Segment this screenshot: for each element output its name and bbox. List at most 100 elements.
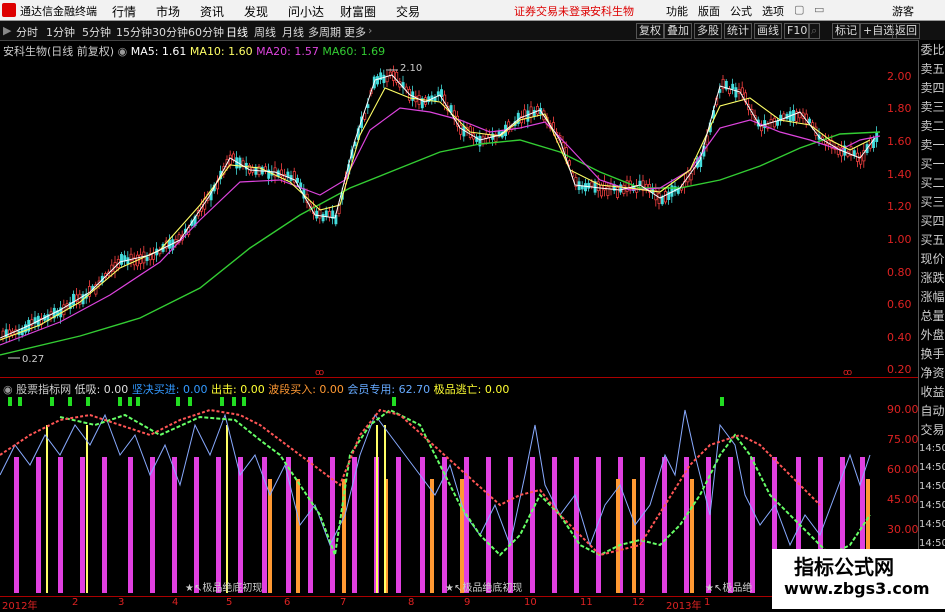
- overlay-button[interactable]: 叠加: [664, 23, 692, 39]
- side-panel-item: 总量: [920, 309, 945, 323]
- candle-body: [670, 185, 674, 197]
- candle-body: [798, 112, 802, 119]
- side-panel-item[interactable]: 交易: [919, 422, 945, 438]
- period-60min[interactable]: 60分钟: [188, 24, 224, 40]
- period-monthly[interactable]: 月线: [282, 24, 304, 40]
- indicator-bar: [80, 457, 85, 593]
- date-label: 12: [632, 597, 645, 608]
- play-icon[interactable]: ▶: [3, 24, 11, 37]
- price-tick: 1.60: [887, 135, 912, 148]
- period-weekly[interactable]: 周线: [254, 24, 276, 40]
- indicator-tick: 60.00: [887, 463, 919, 476]
- f10-button[interactable]: F10: [784, 23, 811, 39]
- date-label: 2: [72, 597, 79, 608]
- ma10-line: [0, 87, 871, 341]
- menu-trade[interactable]: 交易: [396, 3, 420, 20]
- minimize-icon[interactable]: ▢: [794, 3, 804, 16]
- buy-signal-marker: [242, 397, 246, 406]
- app-name: 通达信金融终端: [20, 5, 97, 18]
- candle-body: [72, 293, 75, 306]
- buy-signal-markers: [8, 397, 724, 406]
- side-panel-item[interactable]: 自动: [919, 403, 945, 419]
- indicator-bar: [552, 457, 557, 593]
- buy-signal-marker: [176, 397, 180, 406]
- period-multi[interactable]: 多周期: [308, 24, 341, 40]
- indicator-bar-orange: [632, 479, 636, 593]
- candle-body: [286, 171, 290, 178]
- period-daily[interactable]: 日线: [226, 24, 248, 40]
- period-15min[interactable]: 15分钟: [116, 24, 152, 40]
- date-label: 4: [172, 597, 179, 608]
- menu-options[interactable]: 选项: [762, 3, 784, 19]
- search-icon[interactable]: ⌕: [808, 23, 821, 39]
- settings-icon[interactable]: ◉: [118, 45, 128, 58]
- candle-body: [376, 76, 379, 85]
- menu-ask[interactable]: 问小达: [288, 3, 324, 20]
- multi-stock-button[interactable]: 多股: [694, 23, 722, 39]
- ma10-label: MA10: 1.60: [189, 45, 253, 58]
- buy-signal-marker: [8, 397, 12, 406]
- candle-body: [526, 110, 530, 122]
- watermark-title: 指标公式网: [794, 555, 894, 579]
- period-more[interactable]: 更多: [344, 24, 366, 40]
- indicator-bar-orange: [690, 479, 694, 593]
- statistics-button[interactable]: 统计: [724, 23, 752, 39]
- event-marker-icon[interactable]: ꝏ: [315, 368, 324, 377]
- side-panel-item: 买五: [920, 233, 945, 247]
- ma20-line: [0, 107, 880, 346]
- ma20-label: MA20: 1.57: [256, 45, 319, 58]
- period-5min[interactable]: 5分钟: [82, 24, 111, 40]
- mark-button[interactable]: 标记: [832, 23, 860, 39]
- date-label: 2013年: [666, 601, 702, 612]
- indicator-bar: [14, 457, 19, 593]
- event-marker-icon[interactable]: ꝏ: [843, 368, 852, 377]
- indicator-bar: [396, 457, 401, 593]
- indicator-bar: [172, 457, 177, 593]
- menu-discover[interactable]: 发现: [244, 3, 268, 20]
- buy-signal-marker: [136, 397, 140, 406]
- more-chevron-icon[interactable]: ›: [368, 24, 372, 37]
- side-panel-item: 买二: [920, 176, 945, 190]
- indicator-bar: [238, 457, 243, 593]
- period-tick[interactable]: 分时: [16, 24, 38, 40]
- candle-body: [382, 74, 386, 84]
- indicator-bar-yellow: [384, 425, 386, 593]
- menu-market[interactable]: 市场: [156, 3, 180, 20]
- ma60-label: MA60: 1.69: [322, 45, 386, 58]
- panel-divider[interactable]: [0, 377, 918, 378]
- restore-icon[interactable]: ▭: [814, 3, 824, 16]
- candle-body: [587, 182, 591, 189]
- menu-formula[interactable]: 公式: [730, 3, 752, 19]
- side-panel-item: 买四: [920, 214, 945, 228]
- side-panel-item: 14:50: [919, 443, 945, 454]
- draw-line-button[interactable]: 画线: [754, 23, 782, 39]
- indicator-bar: [596, 457, 601, 593]
- adjust-button[interactable]: 复权: [636, 23, 664, 39]
- candle-body: [321, 213, 325, 222]
- side-panel-item: 卖一: [920, 138, 945, 152]
- side-panel-item: 卖五: [920, 62, 945, 76]
- indicator-bars: [14, 425, 870, 593]
- back-button[interactable]: 返回: [892, 23, 920, 39]
- indicator-bar-yellow: [46, 425, 48, 593]
- period-1min[interactable]: 1分钟: [46, 24, 75, 40]
- candle-body: [315, 210, 319, 219]
- candle-body: [168, 239, 171, 249]
- indicator-chart[interactable]: ★↖极品绝底初现 ★↖极品绝底初现 ★↖极品绝: [0, 395, 880, 595]
- price-chart[interactable]: 2.10 0.27 ꝏ ꝏ: [0, 40, 880, 377]
- login-notice[interactable]: 证券交易未登录: [514, 3, 591, 19]
- menu-quotes[interactable]: 行情: [112, 3, 136, 20]
- side-panel-item: 买一: [920, 157, 945, 171]
- menu-layout[interactable]: 版面: [698, 3, 720, 19]
- menu-functions[interactable]: 功能: [666, 3, 688, 19]
- menu-wealth[interactable]: 财富圈: [340, 3, 376, 20]
- side-panel-item: 外盘: [920, 328, 945, 342]
- price-tick: 0.80: [887, 266, 912, 279]
- price-tick: 1.20: [887, 200, 912, 213]
- guest-label[interactable]: 游客: [892, 3, 914, 19]
- side-panel-item: 14:50: [919, 481, 945, 492]
- candlesticks: [1, 65, 879, 344]
- indicator-bar: [640, 457, 645, 593]
- period-30min[interactable]: 30分钟: [152, 24, 188, 40]
- menu-news[interactable]: 资讯: [200, 3, 224, 20]
